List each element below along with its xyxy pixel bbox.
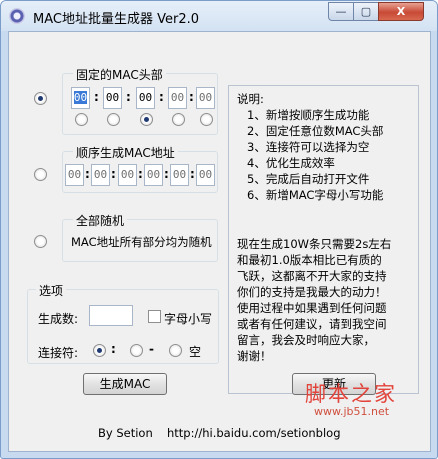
octet-separator: : [190,167,195,181]
info-line: 6、新增MAC字母小写功能 [247,188,384,202]
seq-octet-5[interactable]: 00 [170,164,189,186]
prefix-length-radio-1[interactable] [75,113,88,126]
joiner-colon-label: : [111,342,116,356]
count-label: 生成数: [38,312,79,326]
info-line: 2、固定任意位数MAC头部 [247,124,384,138]
prefix-length-radio-3[interactable] [140,113,153,126]
random-group: 全部随机 MAC地址所有部分均为随机 [62,212,218,262]
seq-octet-2[interactable]: 00 [91,164,110,186]
octet-separator: : [138,167,143,181]
info-line: 3、连接符可以选择为空 [247,140,370,154]
sequential-group: 顺序生成MAC地址 00 : 00 : 00 : 00 : 00 : 00 [62,144,218,193]
lowercase-checkbox[interactable] [148,310,161,323]
fixed-octet-5[interactable]: 00 [196,87,215,109]
joiner-none-label: 空 [189,345,202,359]
info-paragraph-line: 留言，我会及时响应大家， [237,333,375,347]
info-paragraph-line: 和最初1.0版本相比已有质的 [237,253,382,267]
fixed-octet-1[interactable]: 00 [71,87,90,109]
fixed-prefix-title: 固定的MAC头部 [73,66,166,83]
fixed-octet-4[interactable]: 00 [168,87,187,109]
info-paragraph-line: 谢谢！ [237,349,272,363]
octet-separator: : [126,90,131,104]
info-paragraph-line: 使用过程中如果遇到任何问题 [237,301,387,315]
random-title: 全部随机 [73,212,128,229]
info-line: 1、新增按顺序生成功能 [247,108,370,122]
maximize-button[interactable]: ▢ [353,2,379,21]
info-paragraph-line: 现在生成10W条只需要2s左右 [237,237,392,251]
info-line: 5、完成后自动打开文件 [247,172,370,186]
seq-octet-1[interactable]: 00 [65,164,84,186]
joiner-radio-dash[interactable] [130,344,143,357]
info-line: 说明: [237,92,264,106]
window-title: MAC地址批量生成器 Ver2.0 [33,12,199,27]
sequential-radio[interactable] [34,168,47,181]
octet-separator: : [164,167,169,181]
info-paragraph-line: 或者有任何建议，请到我空间 [237,317,387,331]
seq-octet-4[interactable]: 00 [144,164,163,186]
options-group: 选项 生成数: 字母小写 连接符: : - 空 [27,282,219,364]
prefix-length-radio-4[interactable] [172,113,185,126]
app-window: MAC地址批量生成器 Ver2.0 — ▢ X 固定的MAC头部 00 : 00… [0,0,438,459]
minimize-button[interactable]: — [328,2,354,21]
octet-separator: : [94,90,99,104]
octet-separator: : [85,167,90,181]
joiner-radio-none[interactable] [169,344,182,357]
random-description: MAC地址所有部分均为随机 [71,235,212,249]
fixed-octet-2[interactable]: 00 [103,87,122,109]
fixed-octet-3[interactable]: 00 [136,87,155,109]
lowercase-label: 字母小写 [164,312,213,326]
options-title: 选项 [36,282,67,299]
seq-octet-3[interactable]: 00 [118,164,137,186]
fixed-prefix-group: 固定的MAC头部 00 : 00 : 00 : 00 : 00 [62,66,218,135]
info-paragraph-line: 飞跃，这都离不开大家的支持 [237,269,387,283]
joiner-dash-label: - [149,342,154,356]
seq-octet-6[interactable]: 00 [196,164,215,186]
joiner-label: 连接符: [38,346,79,360]
prefix-length-radio-5[interactable] [200,113,213,126]
octet-separator: : [111,167,116,181]
sequential-title: 顺序生成MAC地址 [73,144,178,161]
prefix-length-radio-2[interactable] [107,113,120,126]
count-input[interactable] [89,305,133,326]
info-line: 4、优化生成效率 [247,156,335,170]
random-radio[interactable] [34,235,47,248]
fixed-prefix-radio[interactable] [34,92,47,105]
footer-author: By Setion [98,426,153,440]
generate-mac-button[interactable]: 生成MAC [83,373,167,395]
app-icon[interactable] [9,8,25,24]
watermark-url: www.jb51.net [314,405,390,418]
info-paragraph-line: 你们的支持是我最大的动力！ [237,285,387,299]
footer-url[interactable]: http://hi.baidu.com/setionblog [167,426,341,440]
close-button[interactable]: X [378,2,424,21]
info-panel: 说明: 1、新增按顺序生成功能 2、固定任意位数MAC头部 3、连接符可以选择为… [228,85,419,394]
watermark-text: 脚本之家 [305,382,397,406]
octet-separator: : [189,90,194,104]
octet-separator: : [159,90,164,104]
joiner-radio-colon[interactable] [93,344,106,357]
title-bar: MAC地址批量生成器 Ver2.0 — ▢ X [1,1,437,31]
